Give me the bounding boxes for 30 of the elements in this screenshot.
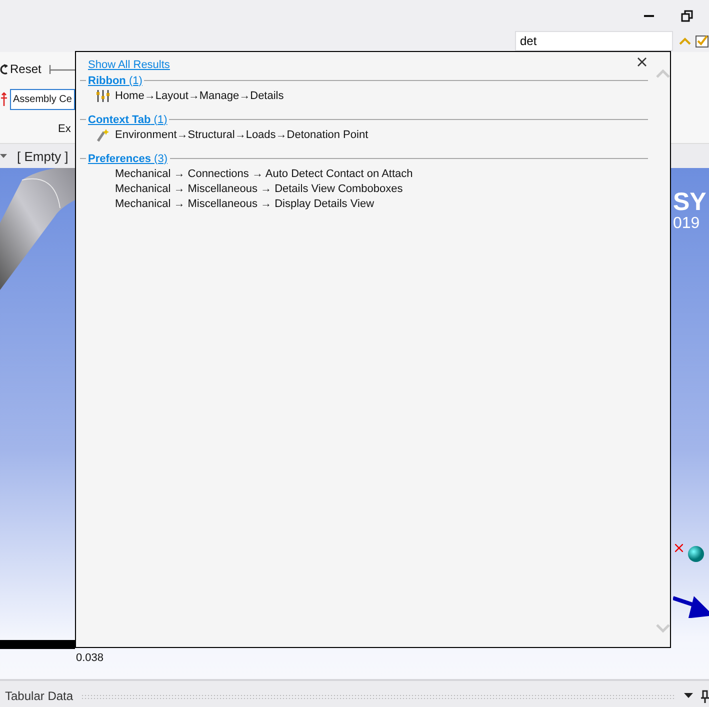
dropdown-icon[interactable] <box>684 693 693 700</box>
panel-title: Tabular Data <box>5 689 74 704</box>
group-link[interactable]: Preferences (3) <box>88 152 168 164</box>
restore-icon[interactable] <box>681 10 693 22</box>
sphere-icon <box>688 546 704 562</box>
group-label: Ex <box>58 123 71 135</box>
reset-button[interactable]: Reset <box>10 62 42 76</box>
arrow-icon <box>673 596 709 618</box>
search-field[interactable]: det <box>515 31 673 51</box>
assembly-field[interactable]: Assembly Ce <box>10 88 75 110</box>
result-item[interactable]: Home→Layout→Manage→Details <box>115 90 284 102</box>
result-item[interactable]: Environment→Structural→Loads→Detonation Point <box>115 128 368 140</box>
logo-text: 019 <box>673 216 701 232</box>
result-item[interactable]: Mechanical → Miscellaneous → Details View Comboboxes <box>115 182 403 194</box>
result-item[interactable]: Mechanical → Miscellaneous → Display Details View <box>115 198 374 210</box>
reset-icon <box>0 63 9 75</box>
checklist-icon[interactable] <box>695 34 709 48</box>
selection-label: [ Empty ] <box>17 148 68 164</box>
close-icon[interactable] <box>637 57 647 67</box>
axis-marker-icon <box>675 544 683 552</box>
axis-icon <box>0 91 8 107</box>
sliders-icon <box>96 88 110 102</box>
group-link[interactable]: Ribbon (1) <box>88 74 142 86</box>
pin-icon[interactable] <box>701 690 709 703</box>
group-link[interactable]: Context Tab (1) <box>88 114 168 126</box>
wand-icon <box>96 128 110 142</box>
scale-label: 0.038 <box>76 652 104 664</box>
logo-text: SY <box>673 190 706 216</box>
show-all-link[interactable]: Show All Results <box>88 59 170 73</box>
result-item[interactable]: Mechanical → Connections → Auto Detect Contact on Attach <box>115 168 413 180</box>
